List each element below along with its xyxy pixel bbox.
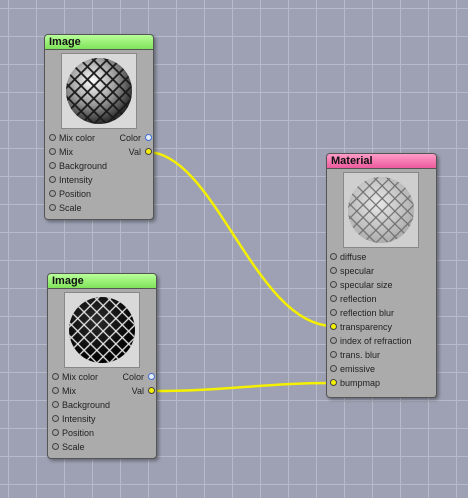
val-output-socket[interactable] [145,148,152,155]
color-output-socket[interactable] [148,373,155,380]
dark-mesh-sphere-preview-icon [64,292,140,368]
input-socket[interactable] [49,162,56,169]
material-input-reflection[interactable]: reflection [330,292,430,306]
input-socket[interactable] [49,134,56,141]
input-socket[interactable] [330,309,337,316]
input-socket[interactable] [52,387,59,394]
input-socket[interactable] [330,253,337,260]
material-input-diffuse[interactable]: diffuse [330,250,430,264]
material-node[interactable]: Material diffuse specular specular size … [326,153,437,398]
image-node-2-input[interactable]: Mix [52,384,122,398]
material-input-reflection-blur[interactable]: reflection blur [330,306,430,320]
input-socket[interactable] [330,337,337,344]
image-node-2[interactable]: Image Color Val Mix color Mix Background… [47,273,157,459]
image-node-2-input[interactable]: Scale [52,440,142,454]
input-socket-connected[interactable] [330,379,337,386]
image-node-1-input[interactable]: Mix color [49,131,119,145]
input-socket[interactable] [330,267,337,274]
val-output-socket[interactable] [148,387,155,394]
wire-val-to-transparency[interactable] [146,150,334,328]
image-node-1-input[interactable]: Mix [49,145,119,159]
material-input-specular[interactable]: specular [330,264,430,278]
material-sphere-preview-icon [343,172,419,248]
material-input-transparency[interactable]: transparency [330,320,430,334]
input-socket[interactable] [52,429,59,436]
material-input-bumpmap[interactable]: bumpmap [330,376,430,390]
input-socket[interactable] [52,401,59,408]
input-socket[interactable] [52,415,59,422]
input-socket[interactable] [49,204,56,211]
image-node-1-input[interactable]: Scale [49,201,139,215]
input-socket[interactable] [330,365,337,372]
input-socket-connected[interactable] [330,323,337,330]
input-socket[interactable] [49,176,56,183]
image-node-2-input[interactable]: Mix color [52,370,122,384]
mesh-sphere-preview-icon [61,53,137,129]
input-socket[interactable] [49,148,56,155]
material-node-title[interactable]: Material [327,154,436,169]
input-socket[interactable] [49,190,56,197]
image-node-2-title[interactable]: Image [48,274,156,289]
image-node-1-title[interactable]: Image [45,35,153,50]
image-node-1[interactable]: Image Color Val Mix color Mix Background… [44,34,154,220]
image-node-1-input[interactable]: Background [49,159,139,173]
image-node-1-input[interactable]: Position [49,187,139,201]
input-socket[interactable] [330,351,337,358]
input-socket[interactable] [52,373,59,380]
material-input-index-of-refraction[interactable]: index of refraction [330,334,434,348]
input-socket[interactable] [52,443,59,450]
image-node-1-input[interactable]: Intensity [49,173,139,187]
material-input-specular-size[interactable]: specular size [330,278,430,292]
material-input-trans-blur[interactable]: trans. blur [330,348,430,362]
image-node-2-input[interactable]: Position [52,426,142,440]
input-socket[interactable] [330,281,337,288]
input-socket[interactable] [330,295,337,302]
material-input-emissive[interactable]: emissive [330,362,430,376]
wire-val-to-bumpmap[interactable] [149,381,334,393]
color-output-socket[interactable] [145,134,152,141]
image-node-2-input[interactable]: Intensity [52,412,142,426]
image-node-2-input[interactable]: Background [52,398,142,412]
